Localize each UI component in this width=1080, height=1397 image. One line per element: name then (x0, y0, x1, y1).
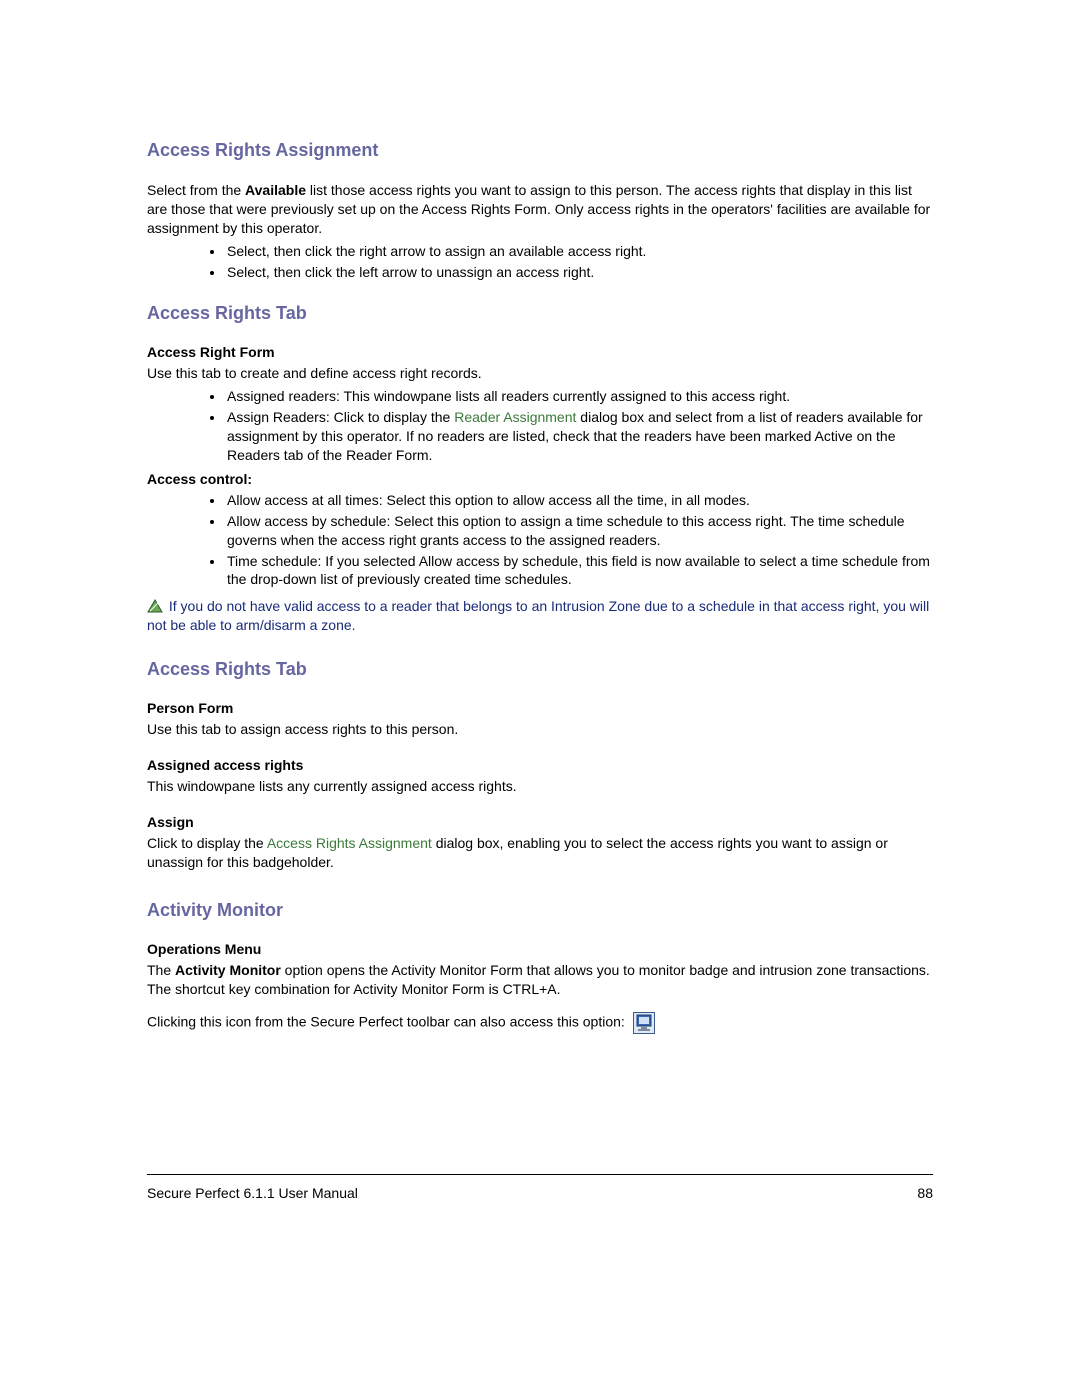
paragraph: Use this tab to assign access rights to … (147, 720, 933, 739)
paragraph: Clicking this icon from the Secure Perfe… (147, 1012, 933, 1034)
paragraph: Click to display the Access Rights Assig… (147, 834, 933, 872)
note-text: If you do not have valid access to a rea… (147, 597, 933, 635)
subhead-access-control: Access control: (147, 471, 933, 487)
footer-page-number: 88 (917, 1185, 933, 1201)
bullet-list: Allow access at all times: Select this o… (147, 491, 933, 589)
subhead-assign: Assign (147, 814, 933, 830)
list-item: Select, then click the right arrow to as… (225, 242, 933, 261)
paragraph: Use this tab to create and define access… (147, 364, 933, 383)
list-item: Allow access at all times: Select this o… (225, 491, 933, 510)
document-page: Access Rights Assignment Select from the… (0, 0, 1080, 1397)
heading-activity-monitor: Activity Monitor (147, 900, 933, 921)
heading-access-rights-tab: Access Rights Tab (147, 303, 933, 324)
paragraph: The Activity Monitor option opens the Ac… (147, 961, 933, 999)
activity-monitor-icon[interactable] (633, 1012, 655, 1034)
paragraph: Select from the Available list those acc… (147, 181, 933, 238)
list-item: Assigned readers: This windowpane lists … (225, 387, 933, 406)
note-icon (147, 599, 163, 613)
link-reader-assignment[interactable]: Reader Assignment (454, 409, 576, 425)
heading-access-rights-tab-2: Access Rights Tab (147, 659, 933, 680)
footer: Secure Perfect 6.1.1 User Manual 88 (147, 1185, 933, 1201)
bullet-list: Select, then click the right arrow to as… (147, 242, 933, 282)
bullet-list: Assigned readers: This windowpane lists … (147, 387, 933, 465)
subhead-access-right-form: Access Right Form (147, 344, 933, 360)
list-item: Allow access by schedule: Select this op… (225, 512, 933, 550)
subhead-operations-menu: Operations Menu (147, 941, 933, 957)
subhead-assigned-access-rights: Assigned access rights (147, 757, 933, 773)
list-item: Time schedule: If you selected Allow acc… (225, 552, 933, 590)
footer-left: Secure Perfect 6.1.1 User Manual (147, 1185, 358, 1201)
list-item: Select, then click the left arrow to una… (225, 263, 933, 282)
subhead-person-form: Person Form (147, 700, 933, 716)
list-item: Assign Readers: Click to display the Rea… (225, 408, 933, 465)
heading-access-rights-assignment: Access Rights Assignment (147, 140, 933, 161)
footer-rule (147, 1174, 933, 1175)
link-access-rights-assignment[interactable]: Access Rights Assignment (267, 835, 432, 851)
paragraph: This windowpane lists any currently assi… (147, 777, 933, 796)
